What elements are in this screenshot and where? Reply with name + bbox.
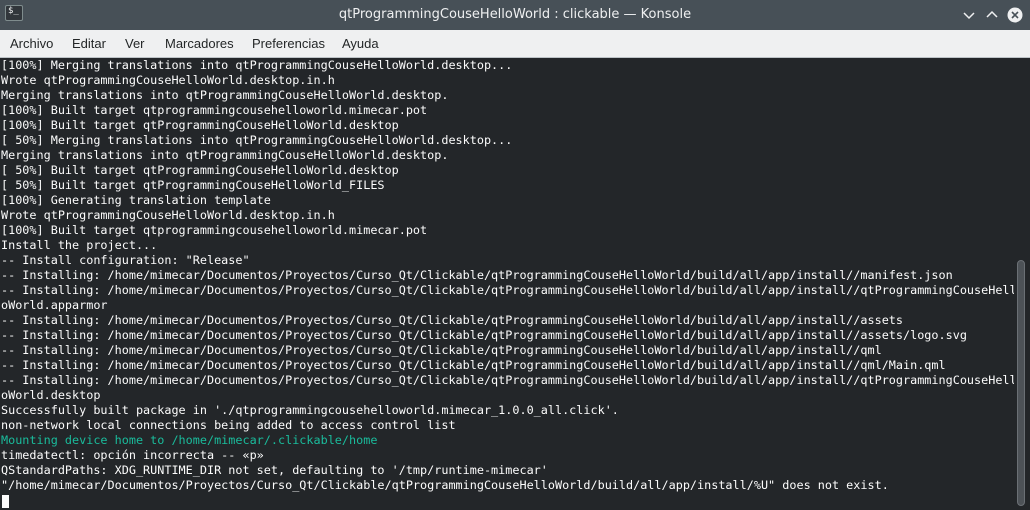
terminal-line: Successfully built package in './qtprogr… (1, 403, 619, 417)
terminal-line: [100%] Merging translations into qtProgr… (1, 58, 513, 72)
window-titlebar[interactable]: $_ qtProgrammingCouseHelloWorld : clicka… (0, 0, 1030, 30)
terminal-line: -- Install configuration: "Release" (1, 253, 250, 267)
close-icon[interactable] (1007, 7, 1023, 23)
menu-ayuda[interactable]: Ayuda (342, 30, 379, 57)
terminal-line: -- Installing: /home/mimecar/Documentos/… (1, 283, 1014, 297)
terminal-line: Wrote qtProgrammingCouseHelloWorld.deskt… (1, 208, 335, 222)
terminal-line: -- Installing: /home/mimecar/Documentos/… (1, 358, 946, 372)
terminal-line: [100%] Generating translation template (1, 193, 271, 207)
maximize-icon[interactable] (984, 7, 1000, 23)
terminal-line: -- Installing: /home/mimecar/Documentos/… (1, 268, 953, 282)
menu-bar: Archivo Editar Ver Marcadores Preferenci… (0, 30, 1030, 58)
window-title: qtProgrammingCouseHelloWorld : clickable… (338, 7, 692, 22)
terminal-line: [ 50%] Built target qtProgrammingCouseHe… (1, 178, 385, 192)
terminal-line: oWorld.desktop (1, 388, 101, 402)
terminal-line: [ 50%] Merging translations into qtProgr… (1, 133, 513, 147)
terminal-prompt-line[interactable] (0, 493, 1014, 508)
terminal-line: Merging translations into qtProgrammingC… (1, 148, 449, 162)
text-cursor (2, 495, 9, 508)
vertical-scrollbar[interactable] (1014, 58, 1030, 510)
menu-marcadores[interactable]: Marcadores (165, 30, 234, 57)
terminal-line: -- Installing: /home/mimecar/Documentos/… (1, 328, 967, 342)
menu-archivo[interactable]: Archivo (10, 30, 53, 57)
menu-preferencias[interactable]: Preferencias (252, 30, 325, 57)
terminal-line: [100%] Built target qtprogrammingcousehe… (1, 223, 428, 237)
terminal-line: Mounting device home to /home/mimecar/.c… (1, 433, 378, 447)
terminal-line: [ 50%] Built target qtProgrammingCouseHe… (1, 163, 399, 177)
scrollbar-thumb[interactable] (1017, 260, 1025, 506)
terminal-line: Install the project... (1, 238, 158, 252)
terminal-line: -- Installing: /home/mimecar/Documentos/… (1, 373, 1014, 387)
terminal-line: "/home/mimecar/Documentos/Proyectos/Curs… (1, 478, 889, 492)
terminal-line: QStandardPaths: XDG_RUNTIME_DIR not set,… (1, 463, 548, 477)
menu-editar[interactable]: Editar (72, 30, 106, 57)
minimize-icon[interactable] (961, 7, 977, 23)
terminal-line: non-network local connections being adde… (1, 418, 456, 432)
terminal-line: Wrote qtProgrammingCouseHelloWorld.deskt… (1, 73, 335, 87)
terminal-line: -- Installing: /home/mimecar/Documentos/… (1, 343, 882, 357)
terminal-line: oWorld.apparmor (1, 298, 108, 312)
terminal-line: Merging translations into qtProgrammingC… (1, 88, 449, 102)
terminal-line: [100%] Built target qtprogrammingcousehe… (1, 103, 428, 117)
menu-ver[interactable]: Ver (125, 30, 145, 57)
terminal-line: timedatectl: opción incorrecta -- «p» (1, 448, 264, 462)
terminal-output[interactable]: [100%] Merging translations into qtProgr… (0, 58, 1014, 510)
terminal-line: [100%] Built target qtProgrammingCouseHe… (1, 118, 399, 132)
terminal-line: -- Installing: /home/mimecar/Documentos/… (1, 313, 903, 327)
